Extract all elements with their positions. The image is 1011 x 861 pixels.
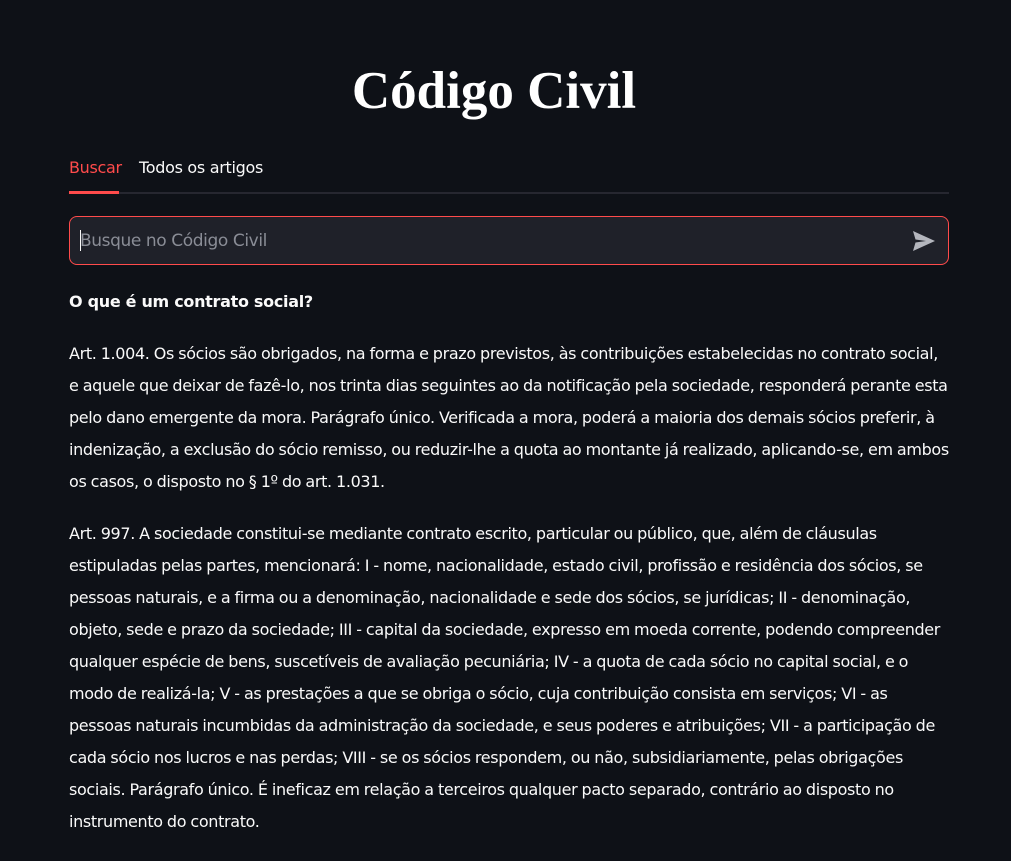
tab-todos-os-artigos[interactable]: Todos os artigos (139, 150, 263, 186)
text-caret (80, 230, 81, 251)
search-input[interactable] (80, 217, 900, 264)
article-text: Art. 1.004. Os sócios são obrigados, na … (69, 344, 949, 491)
article-text: Art. 997. A sociedade constitui-se media… (69, 524, 941, 831)
tab-divider (69, 192, 949, 194)
send-icon[interactable] (912, 230, 936, 252)
tab-bar: Buscar Todos os artigos (69, 150, 949, 194)
search-box[interactable] (69, 216, 949, 265)
page-title: Código Civil (351, 62, 637, 120)
question-text: O que é um contrato social? (69, 292, 313, 311)
tab-buscar[interactable]: Buscar (69, 150, 122, 194)
